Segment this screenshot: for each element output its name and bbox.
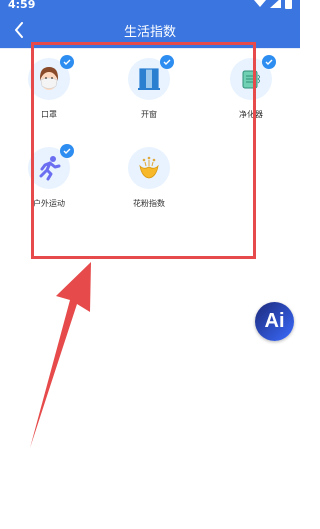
highlight-box bbox=[31, 42, 256, 259]
signal-icon bbox=[270, 0, 281, 8]
ai-assistant-button[interactable]: Ai bbox=[255, 302, 294, 341]
wifi-icon bbox=[254, 0, 266, 7]
battery-icon bbox=[285, 0, 292, 9]
header-bar: 4:59 生活指数 bbox=[0, 0, 300, 48]
check-badge-icon bbox=[262, 55, 276, 69]
status-time: 4:59 bbox=[8, 0, 36, 11]
page-title: 生活指数 bbox=[123, 25, 176, 40]
status-icons bbox=[254, 0, 292, 9]
ai-button-label: Ai bbox=[264, 310, 285, 332]
